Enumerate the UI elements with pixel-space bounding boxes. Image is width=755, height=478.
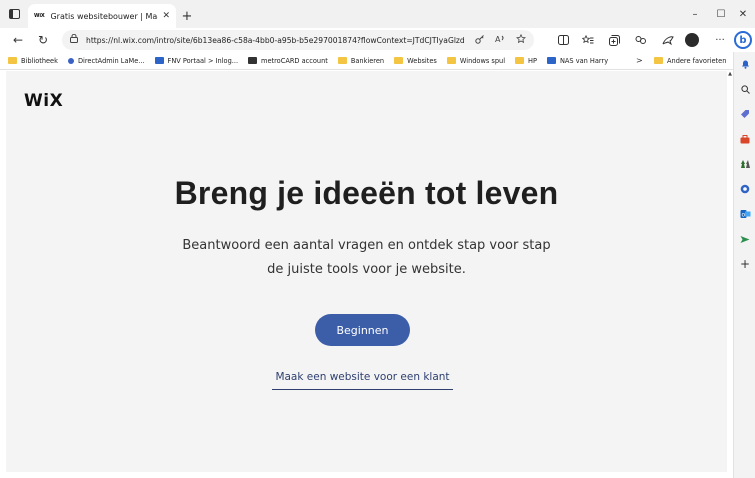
bookmark-item[interactable]: HP [515, 57, 537, 65]
lock-icon[interactable] [70, 33, 78, 46]
collections-icon[interactable] [604, 30, 624, 50]
more-icon[interactable]: ··· [710, 30, 730, 50]
tab-actions-icon[interactable] [0, 0, 28, 28]
bookmark-label: DirectAdmin LaMe... [77, 56, 145, 65]
svg-text:A: A [495, 35, 501, 44]
bookmark-label: Bankieren [350, 56, 385, 65]
read-aloud-icon[interactable]: A [495, 34, 506, 47]
page-subtext: Beantwoord een aantal vragen en ontdek s… [182, 238, 551, 277]
metrocard-icon [248, 57, 258, 64]
tab-close-icon[interactable]: ✕ [162, 11, 170, 21]
svg-text:o: o [741, 212, 745, 219]
bing-icon[interactable]: b [734, 31, 752, 49]
favorite-star-icon[interactable] [516, 33, 526, 47]
folder-icon [515, 57, 525, 64]
reload-button[interactable]: ↻ [32, 29, 54, 51]
key-icon[interactable] [475, 34, 485, 47]
sidebar-add-icon[interactable]: + [734, 256, 755, 272]
close-window-button[interactable]: ✕ [727, 0, 755, 28]
favorites-icon[interactable] [578, 30, 598, 50]
fnv-icon [154, 57, 164, 64]
other-favorites-label: Andere favorieten [667, 56, 727, 65]
sidebar-outlook-icon[interactable]: o [734, 206, 755, 222]
start-button[interactable]: Beginnen [315, 314, 410, 346]
sidebar-briefcase-icon[interactable] [734, 131, 755, 147]
browser-window: WiX Gratis websitebouwer | Maak een ✕ + … [0, 0, 755, 478]
folder-icon [8, 57, 17, 64]
edge-sidebar: o + [733, 52, 755, 478]
extension-bird-icon[interactable] [658, 30, 678, 50]
site-dot-icon [67, 57, 74, 64]
folder-icon [446, 57, 456, 64]
bookmark-label: HP [528, 56, 537, 65]
bookmark-item[interactable]: FNV Portaal > Inlog... [154, 56, 239, 65]
new-tab-button[interactable]: + [176, 4, 198, 28]
bookmark-item[interactable]: Windows spul [446, 56, 506, 65]
bookmark-item[interactable]: Websites [394, 57, 437, 65]
folder-icon [394, 57, 404, 64]
bookmark-item[interactable]: metroCARD account [248, 57, 328, 65]
bookmark-label: Windows spul [459, 56, 506, 65]
client-website-link[interactable]: Maak een website voor een klant [272, 371, 453, 390]
bookmark-label: Bibliotheek [21, 56, 58, 65]
nas-icon [546, 57, 556, 64]
profile-icon[interactable] [685, 33, 699, 47]
folder-icon [654, 57, 663, 64]
page-headline: Breng je ideeën tot leven [174, 175, 559, 211]
other-favorites[interactable]: Andere favorieten [654, 57, 726, 65]
sidebar-tag-icon[interactable] [734, 106, 755, 122]
bookmark-label: NAS van Harry [559, 56, 609, 65]
bookmark-item[interactable]: Bankieren [337, 56, 385, 65]
url-text[interactable]: https://nl.wix.com/intro/site/6b13ea86-c… [86, 36, 465, 45]
bookmark-item[interactable]: NAS van Harry [546, 56, 609, 65]
tab-title: Gratis websitebouwer | Maak een [50, 11, 158, 21]
sidebar-bell-icon[interactable] [734, 56, 755, 72]
back-button[interactable]: ← [7, 29, 29, 51]
bookmark-label: Websites [407, 56, 437, 65]
sidebar-send-icon[interactable] [734, 231, 755, 247]
navigation-bar: ← ↻ https://nl.wix.com/intro/site/6b13ea… [0, 28, 755, 52]
tab-active[interactable]: WiX Gratis websitebouwer | Maak een ✕ [28, 4, 176, 28]
split-screen-icon[interactable] [553, 30, 573, 50]
extensions-icon[interactable] [631, 30, 651, 50]
sidebar-chess-icon[interactable] [734, 156, 755, 172]
bookmarks-overflow-icon[interactable]: > [636, 56, 643, 65]
bookmarks-bar: Bibliotheek DirectAdmin LaMe... FNV Port… [0, 52, 733, 70]
tab-strip: WiX Gratis websitebouwer | Maak een ✕ + … [0, 0, 755, 28]
bookmark-label: metroCARD account [261, 56, 328, 65]
bookmark-item[interactable]: Bibliotheek [8, 57, 58, 65]
folder-icon [337, 57, 347, 64]
sidebar-search-icon[interactable] [734, 81, 755, 97]
sidebar-circle-icon[interactable] [734, 181, 755, 197]
bookmark-item[interactable]: DirectAdmin LaMe... [67, 56, 145, 65]
wix-favicon-icon: WiX [34, 13, 45, 19]
address-bar[interactable]: https://nl.wix.com/intro/site/6b13ea86-c… [62, 30, 534, 50]
wix-logo[interactable]: WiX [24, 91, 63, 111]
bookmark-label: FNV Portaal > Inlog... [167, 56, 239, 65]
scroll-up-icon[interactable]: ▲ [727, 71, 733, 79]
page-content: WiX Breng je ideeën tot leven Beantwoord… [6, 71, 727, 472]
